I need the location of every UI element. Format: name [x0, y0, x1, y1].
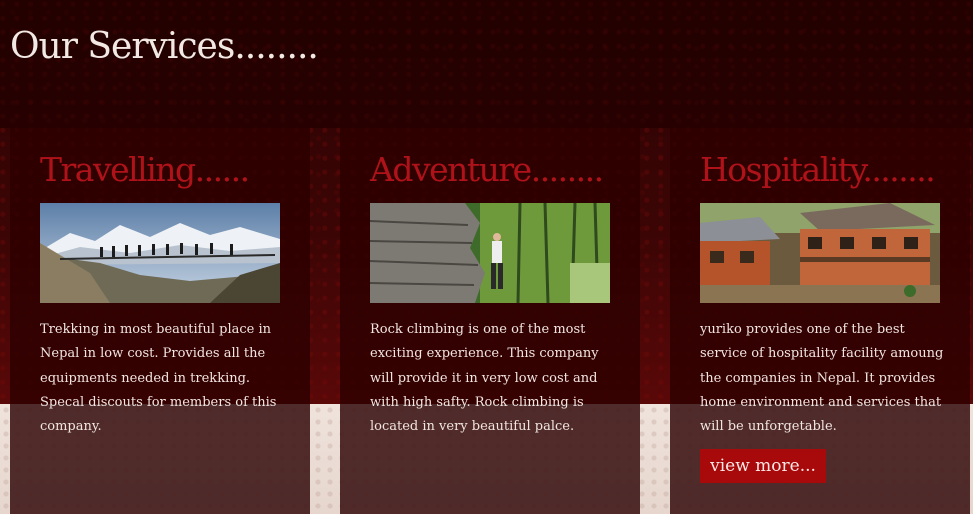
- service-description: Rock climbing is one of the most excitin…: [370, 322, 599, 435]
- service-description: Trekking in most beautiful place in Nepa…: [40, 322, 277, 435]
- service-title: Travelling......: [40, 150, 250, 189]
- service-title: Hospitality........: [700, 150, 936, 189]
- page-title: Our Services........: [10, 26, 319, 67]
- service-card-travelling: Travelling...... Trekking in most beauti…: [10, 128, 310, 514]
- view-more-button[interactable]: view more...: [700, 449, 826, 483]
- service-title: Adventure........: [370, 150, 604, 189]
- adventure-image: [370, 203, 610, 303]
- service-description: yuriko provides one of the best service …: [700, 322, 944, 435]
- service-card-adventure: Adventure........ Rock climbing is one o…: [340, 128, 640, 514]
- service-card-hospitality: Hospitality........ yuriko provides one …: [670, 128, 970, 514]
- hospitality-image: [700, 203, 940, 303]
- travelling-image: [40, 203, 280, 303]
